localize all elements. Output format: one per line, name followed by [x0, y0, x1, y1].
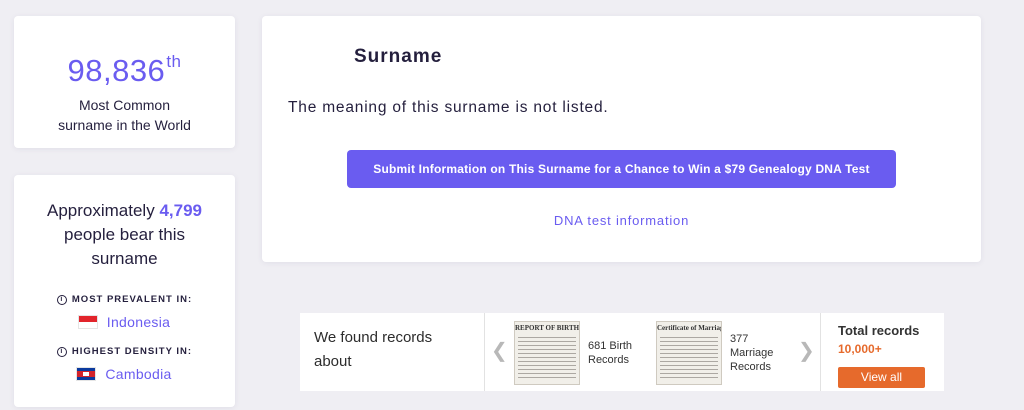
- rank-caption-line-2: surname in the World: [58, 117, 191, 133]
- submit-information-button[interactable]: Submit Information on This Surname for a…: [347, 150, 896, 188]
- surname-meaning-text: The meaning of this surname is not liste…: [288, 99, 609, 116]
- bearers-text: Approximately 4,799 people bear this sur…: [14, 199, 235, 271]
- birth-thumb-heading: REPORT OF BIRTH: [515, 324, 580, 332]
- document-lines: [660, 334, 718, 381]
- dna-test-info-link[interactable]: DNA test information: [554, 213, 689, 228]
- rank-caption: Most Common surname in the World: [14, 95, 235, 135]
- most-prevalent-country[interactable]: Indonesia: [14, 314, 235, 330]
- marriage-record-thumbnail: Certificate of Marriage: [656, 321, 722, 385]
- total-records-title: Total records: [838, 323, 920, 338]
- highest-density-label: i HIGHEST DENSITY IN:: [14, 346, 235, 357]
- chevron-left-icon[interactable]: ❮: [491, 341, 508, 361]
- highest-density-country[interactable]: Cambodia: [14, 366, 235, 382]
- dna-test-link-row: DNA test information: [262, 213, 981, 228]
- most-prevalent-label-text: MOST PREVALENT IN:: [71, 294, 193, 305]
- bearers-prefix: Approximately: [47, 201, 155, 220]
- indonesia-flag-icon: [78, 316, 97, 328]
- most-prevalent-country-name[interactable]: Indonesia: [107, 314, 170, 330]
- total-records-count: 10,000+: [838, 342, 882, 356]
- records-carousel: ❮ REPORT OF BIRTH 681 Birth Records Cert…: [485, 313, 821, 391]
- highest-density-label-text: HIGHEST DENSITY IN:: [71, 346, 193, 357]
- surname-meaning-card: Surname The meaning of this surname is n…: [262, 16, 981, 262]
- bearers-suffix-line-2: surname: [91, 249, 158, 268]
- bearers-suffix-line-1: people bear this: [64, 225, 185, 244]
- view-all-button[interactable]: View all: [838, 367, 925, 388]
- rank-suffix: th: [166, 52, 182, 71]
- rank-caption-line-1: Most Common: [78, 97, 171, 113]
- cambodia-flag-icon: [77, 368, 96, 380]
- bearers-card: Approximately 4,799 people bear this sur…: [14, 175, 235, 407]
- rank-value: 98,836: [67, 53, 166, 88]
- marriage-records-item[interactable]: Certificate of Marriage 377 Marriage Rec…: [656, 321, 778, 385]
- rank-card: 98,836th Most Common surname in the Worl…: [14, 16, 235, 148]
- rank-number: 98,836th: [14, 45, 235, 88]
- document-lines: [518, 334, 576, 381]
- birth-records-label: 681 Birth Records: [588, 340, 633, 366]
- records-intro-text: We found records about: [300, 313, 485, 391]
- bearers-count: 4,799: [159, 201, 202, 220]
- records-banner: We found records about ❮ REPORT OF BIRTH…: [300, 313, 944, 391]
- most-prevalent-block: i MOST PREVALENT IN: Indonesia: [14, 294, 235, 330]
- total-records-block: Total records 10,000+ View all: [821, 313, 944, 391]
- info-circle-icon: i: [56, 346, 67, 357]
- most-prevalent-label: i MOST PREVALENT IN:: [14, 294, 235, 305]
- birth-record-thumbnail: REPORT OF BIRTH: [514, 321, 580, 385]
- chevron-right-icon[interactable]: ❯: [798, 341, 815, 361]
- marriage-thumb-heading: Certificate of Marriage: [657, 324, 722, 332]
- highest-density-block: i HIGHEST DENSITY IN: Cambodia: [14, 346, 235, 382]
- marriage-records-label: 377 Marriage Records: [730, 333, 774, 373]
- info-circle-icon: i: [56, 294, 67, 305]
- highest-density-country-name[interactable]: Cambodia: [105, 366, 171, 382]
- birth-records-item[interactable]: REPORT OF BIRTH 681 Birth Records: [514, 321, 636, 385]
- surname-title: Surname: [354, 46, 443, 67]
